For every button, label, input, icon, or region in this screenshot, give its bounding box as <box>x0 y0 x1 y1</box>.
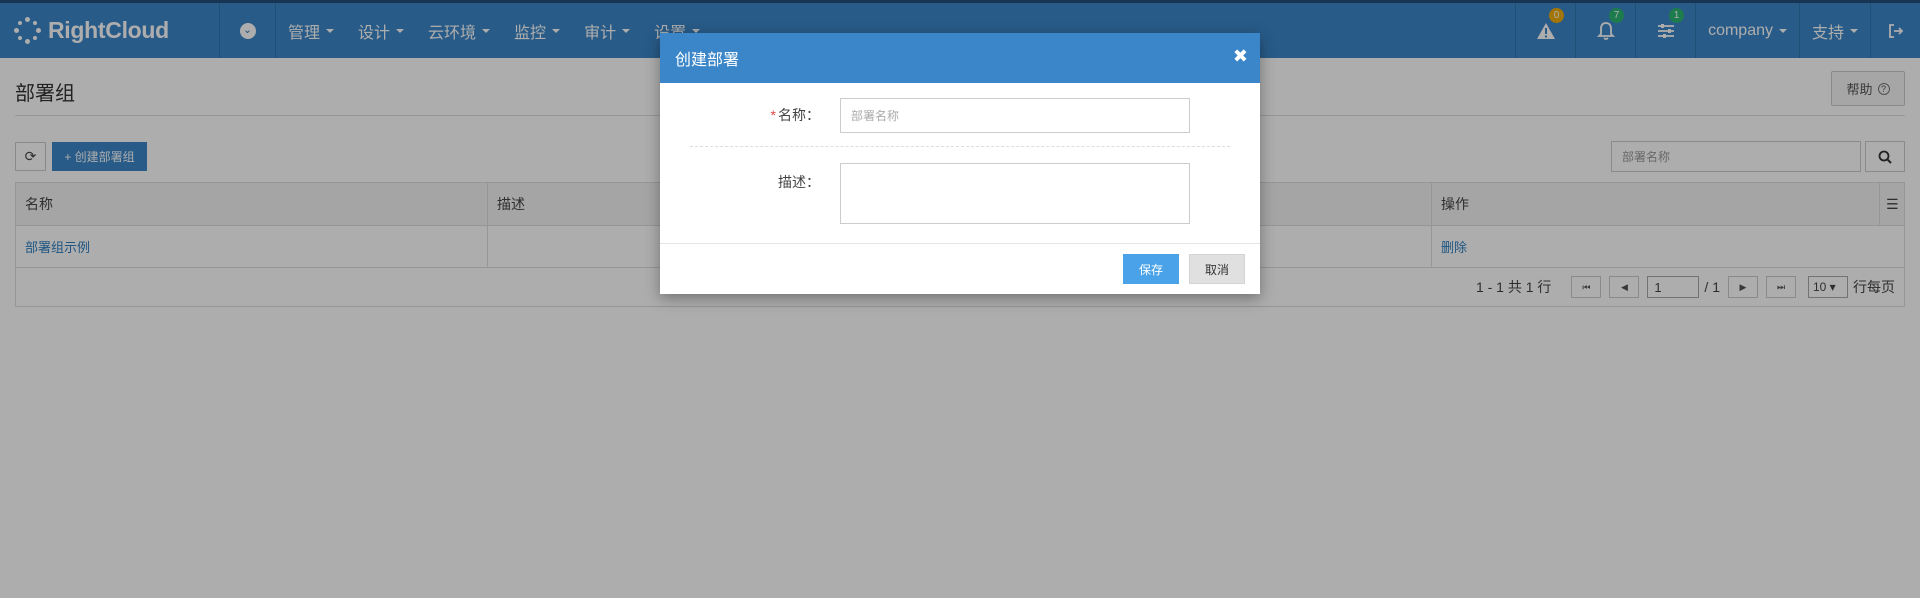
deployment-name-input[interactable]: 部署名称 <box>840 98 1190 133</box>
form-divider <box>690 146 1230 147</box>
description-form-row: 描述： <box>660 163 1260 224</box>
description-label: 描述： <box>778 174 820 190</box>
description-textarea[interactable] <box>840 163 1190 224</box>
dialog-footer: 保存 取消 <box>660 243 1260 294</box>
required-marker: * <box>770 107 776 123</box>
create-deployment-dialog: 创建部署 ✖ * 名称： 部署名称 描述： 保存 取消 <box>660 33 1260 294</box>
dialog-title: 创建部署 <box>675 52 740 69</box>
save-button[interactable]: 保存 <box>1123 254 1179 284</box>
close-icon[interactable]: ✖ <box>1233 46 1248 67</box>
name-label: * 名称： <box>770 107 820 123</box>
dialog-header: 创建部署 ✖ <box>660 33 1260 83</box>
cancel-button[interactable]: 取消 <box>1189 254 1245 284</box>
name-form-row: * 名称： 部署名称 <box>660 98 1260 133</box>
